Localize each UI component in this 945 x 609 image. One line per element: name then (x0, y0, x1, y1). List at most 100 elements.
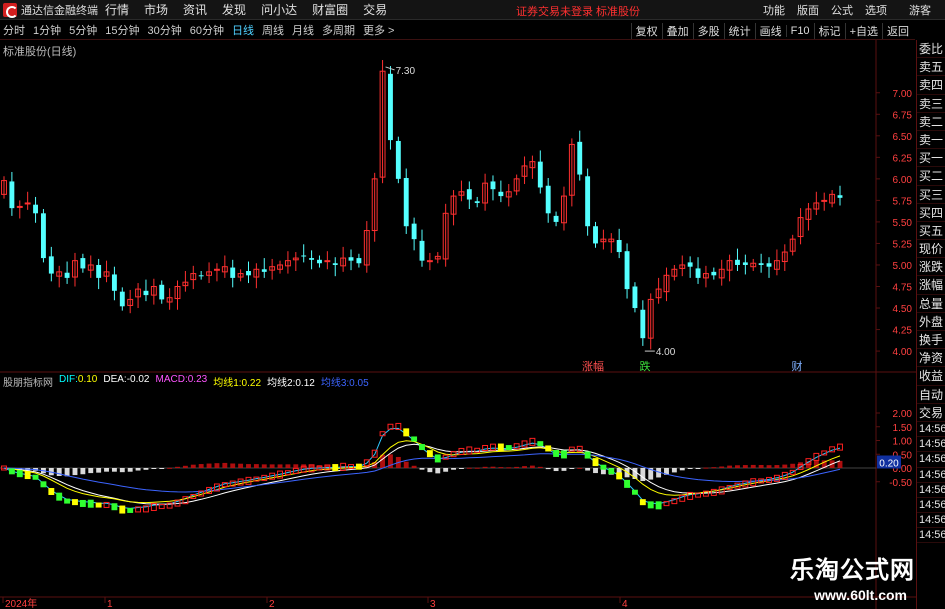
menu-market[interactable]: 市场 (137, 1, 176, 18)
rp-price[interactable]: 现价 (917, 240, 945, 259)
tool-stats[interactable]: 统计 (723, 22, 755, 39)
period-tab-multi[interactable]: 多周期 (319, 22, 360, 38)
menu-formula[interactable]: 公式 (825, 2, 859, 18)
macd-tick-label: 1.00 (893, 437, 913, 448)
macd-bar (238, 463, 244, 468)
candle-body (96, 264, 102, 278)
candle-body (403, 178, 409, 227)
menu-quotes[interactable]: 行情 (98, 1, 137, 18)
rp-sell4[interactable]: 卖四 (917, 76, 945, 95)
tool-f10[interactable]: F10 (785, 24, 814, 37)
rp-net-asset[interactable]: 净资 (917, 349, 945, 368)
rp-outer[interactable]: 外盘 (917, 313, 945, 331)
macd-bar (719, 466, 725, 468)
candle-body (837, 195, 843, 198)
indicator-candle (426, 450, 433, 458)
event-tag: 财 (792, 359, 803, 373)
chart-title: 标准股份(日线) (3, 46, 77, 58)
price-tick-label: 6.75 (893, 110, 913, 121)
menu-ask[interactable]: 问小达 (254, 1, 305, 18)
macd-bar (206, 463, 212, 468)
candle-body (395, 140, 401, 179)
tool-add-watchlist[interactable]: +自选 (844, 22, 882, 39)
indicator-candle (592, 458, 599, 467)
rp-sell3[interactable]: 卖三 (917, 95, 945, 113)
rp-time: 14:56 (917, 437, 945, 453)
macd-bar (190, 464, 196, 468)
period-tab-60min[interactable]: 60分钟 (187, 22, 229, 38)
period-tab-daily[interactable]: 日线 (229, 22, 259, 38)
app-logo-icon (3, 2, 18, 18)
macd-bar (545, 468, 551, 470)
menu-trade[interactable]: 交易 (356, 1, 395, 18)
ind-macd: MACD:0.23 (155, 374, 208, 385)
tool-back[interactable]: 返回 (882, 22, 913, 39)
rp-change-pct[interactable]: 涨幅 (917, 276, 945, 295)
rp-change[interactable]: 涨跌 (917, 258, 945, 277)
rp-sell1[interactable]: 卖一 (917, 131, 945, 150)
period-tab-timeshare[interactable]: 分时 (0, 22, 30, 38)
rp-trade[interactable]: 交易 (917, 404, 945, 422)
macd-bar (56, 468, 62, 477)
rp-turnover[interactable]: 换手 (917, 331, 945, 350)
guest-login[interactable]: 游客 (903, 2, 937, 18)
menu-layout[interactable]: 版面 (791, 2, 825, 18)
macd-bar (742, 465, 748, 468)
rp-buy4[interactable]: 买四 (917, 204, 945, 222)
menu-news[interactable]: 资讯 (176, 1, 215, 18)
rp-time: 14:56 (917, 422, 945, 438)
rp-sell5[interactable]: 卖五 (917, 58, 945, 77)
candle-body (246, 271, 251, 276)
menu-function[interactable]: 功能 (757, 2, 791, 18)
macd-bar (482, 466, 488, 468)
indicator-candle (655, 501, 662, 510)
candle-body (537, 161, 543, 188)
tool-adjust[interactable]: 复权 (630, 22, 662, 39)
rp-buy5[interactable]: 买五 (917, 222, 945, 241)
high-label: 7.30 (396, 66, 416, 77)
macd-bar (435, 468, 441, 474)
indicator-candle (647, 501, 654, 509)
macd-bar (561, 468, 567, 471)
candle-body (742, 262, 748, 265)
tool-multi-stock[interactable]: 多股 (692, 22, 724, 39)
period-tab-weekly[interactable]: 周线 (259, 22, 289, 38)
indicator-candle (40, 481, 47, 488)
rp-weibi[interactable]: 委比 (917, 40, 945, 59)
indicator-candle (837, 443, 843, 451)
ind-ma1: 均线1:0.22 (213, 378, 262, 389)
tool-overlay[interactable]: 叠加 (661, 22, 693, 39)
tool-mark[interactable]: 标记 (813, 22, 845, 39)
indicator-candle (48, 487, 55, 495)
period-tab-1min[interactable]: 1分钟 (30, 22, 66, 38)
rp-earnings[interactable]: 收益 (917, 367, 945, 386)
indicator-name[interactable]: 股朋指标网 (3, 374, 53, 389)
rp-buy2[interactable]: 买二 (917, 167, 945, 186)
rp-buy3[interactable]: 买三 (917, 186, 945, 204)
price-tick-label: 5.50 (893, 218, 913, 229)
period-tab-15min[interactable]: 15分钟 (102, 22, 144, 38)
period-tab-30min[interactable]: 30分钟 (145, 22, 187, 38)
rp-auto[interactable]: 自动 (917, 386, 945, 404)
price-tick-label: 6.25 (893, 153, 913, 164)
menu-options[interactable]: 选项 (859, 2, 893, 18)
period-tab-monthly[interactable]: 月线 (289, 22, 319, 38)
indicator-candle (584, 451, 591, 459)
date-label: 1 (107, 599, 113, 609)
rp-buy1[interactable]: 买一 (917, 149, 945, 168)
macd-bar (498, 467, 504, 469)
candle-body (411, 223, 417, 240)
login-notice[interactable]: 证券交易未登录 标准股份 (516, 3, 640, 19)
tool-draw[interactable]: 画线 (754, 22, 786, 39)
app-title: 通达信金融终端 (21, 4, 98, 17)
menu-discover[interactable]: 发现 (215, 1, 254, 18)
candle-body (301, 255, 307, 257)
period-tab-more[interactable]: 更多 > (360, 22, 399, 38)
rp-volume[interactable]: 总量 (917, 295, 945, 313)
candle-body (40, 213, 46, 259)
rp-sell2[interactable]: 卖二 (917, 113, 945, 131)
menu-wealth[interactable]: 财富圈 (305, 1, 356, 18)
period-tab-5min[interactable]: 5分钟 (66, 22, 102, 38)
kline-chart[interactable]: 7.00 6.75 6.50 6.25 6.00 5.75 5.50 5.25 5.00 4.75… (0, 40, 916, 609)
macd-bar (506, 467, 512, 469)
